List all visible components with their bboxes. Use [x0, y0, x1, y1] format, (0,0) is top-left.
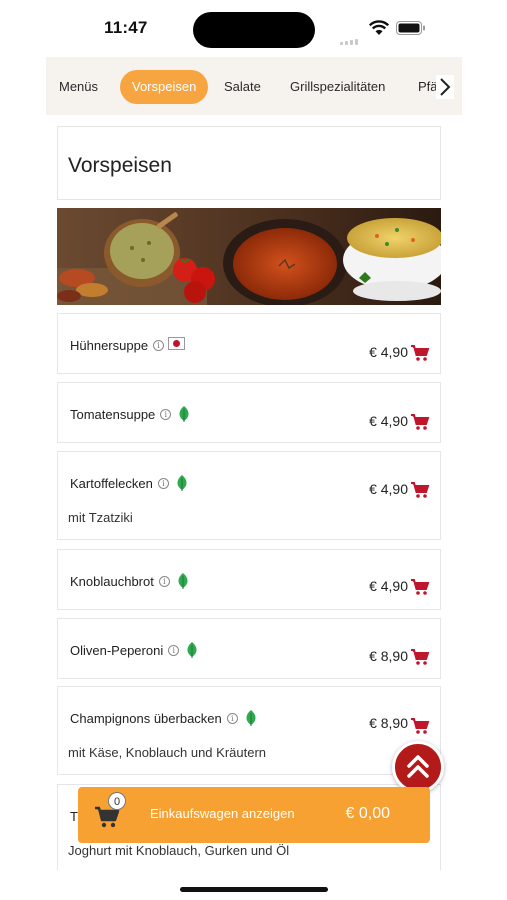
add-to-cart-icon[interactable]: [410, 648, 430, 666]
cart-label: Einkaufswagen anzeigen: [150, 806, 295, 821]
view-cart-button[interactable]: 0 Einkaufswagen anzeigen € 0,00: [78, 787, 430, 843]
menu-item[interactable]: Knoblauchbrot i € 4,90: [57, 549, 441, 610]
item-price: € 4,90: [369, 578, 408, 594]
item-description: Joghurt mit Knoblauch, Gurken und Öl: [68, 843, 290, 858]
leaf-icon: [187, 642, 197, 658]
menu-item[interactable]: Kartoffelecken i mit Tzatziki € 4,90: [57, 451, 441, 540]
item-description: mit Käse, Knoblauch und Kräutern: [68, 745, 267, 760]
category-tab-vorspeisen[interactable]: Vorspeisen: [120, 70, 209, 104]
leaf-icon: [246, 710, 256, 726]
home-indicator[interactable]: [180, 887, 328, 892]
leaf-icon: [179, 406, 189, 422]
menu-item[interactable]: Tomatensuppe i € 4,90: [57, 382, 441, 443]
double-chevron-up-icon: [407, 755, 429, 778]
cart-total: € 0,00: [345, 805, 390, 822]
wifi-icon: [368, 20, 390, 35]
add-to-cart-icon[interactable]: [410, 344, 430, 362]
item-price: € 4,90: [369, 413, 408, 429]
leaf-icon: [178, 573, 188, 589]
category-tab-menus[interactable]: Menüs: [59, 70, 98, 104]
item-price: € 4,90: [369, 344, 408, 360]
add-to-cart-icon[interactable]: [410, 578, 430, 596]
item-description: mit Tzatziki: [68, 510, 133, 525]
item-price: € 4,90: [369, 481, 408, 497]
cart-count-badge: 0: [108, 792, 126, 810]
info-icon[interactable]: i: [157, 477, 169, 489]
section-title: Vorspeisen: [68, 154, 172, 177]
item-name: Kartoffelecken: [70, 475, 153, 491]
status-bar: 11:47: [0, 0, 507, 56]
info-icon[interactable]: i: [158, 575, 170, 587]
item-name: T: [70, 808, 78, 824]
item-name: Oliven-Peperoni: [70, 642, 164, 658]
category-banner-image: [57, 208, 441, 305]
flag-icon: [168, 336, 186, 350]
item-price: € 8,90: [369, 715, 408, 731]
item-name: Champignons überbacken: [70, 710, 222, 726]
add-to-cart-icon[interactable]: [410, 481, 430, 499]
section-header: Vorspeisen: [57, 126, 441, 200]
menu-item[interactable]: Hühnersuppe i € 4,90: [57, 313, 441, 374]
scroll-to-top-button[interactable]: [392, 741, 444, 793]
category-tab-grillspezialitaeten[interactable]: Grillspezialitäten: [290, 70, 385, 104]
category-scroll-right-button[interactable]: [436, 75, 454, 99]
battery-icon: [396, 21, 425, 35]
chevron-right-icon: [440, 78, 451, 96]
category-tab-partial[interactable]: Pfä: [418, 70, 438, 104]
item-name: Knoblauchbrot: [70, 573, 154, 589]
status-time: 11:47: [104, 18, 148, 37]
leaf-icon: [177, 475, 187, 491]
info-icon[interactable]: i: [153, 339, 165, 351]
category-nav: Menüs Vorspeisen Salate Grillspezialität…: [46, 57, 462, 115]
info-icon[interactable]: i: [168, 644, 180, 656]
item-name: Tomatensuppe: [70, 406, 156, 422]
add-to-cart-icon[interactable]: [410, 413, 430, 431]
item-name: Hühnersuppe: [70, 337, 149, 353]
category-tab-salate[interactable]: Salate: [224, 70, 261, 104]
menu-item[interactable]: Champignons überbacken i mit Käse, Knobl…: [57, 686, 441, 775]
info-icon[interactable]: i: [160, 408, 172, 420]
add-to-cart-icon[interactable]: [410, 717, 430, 735]
cellular-signal-icon: [340, 27, 362, 45]
menu-item[interactable]: Oliven-Peperoni i € 8,90: [57, 618, 441, 679]
info-icon[interactable]: i: [226, 712, 238, 724]
dynamic-island: [193, 12, 315, 48]
item-price: € 8,90: [369, 648, 408, 664]
